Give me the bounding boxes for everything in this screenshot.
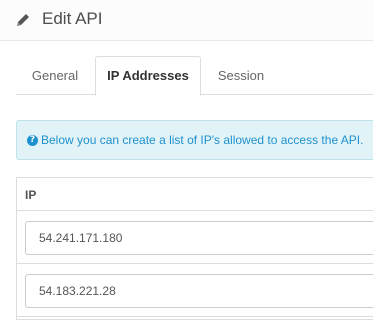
- question-circle-icon: ?: [27, 135, 38, 146]
- ip-input[interactable]: [25, 221, 373, 255]
- pencil-icon: [17, 14, 29, 26]
- ip-table: IP: [16, 177, 373, 320]
- table-row: [17, 265, 373, 317]
- table-row: [17, 212, 373, 264]
- page-title: Edit API: [42, 9, 103, 28]
- ip-input[interactable]: [25, 274, 373, 308]
- info-alert: ? Below you can create a list of IP's al…: [16, 120, 373, 160]
- column-header-ip: IP: [25, 188, 37, 202]
- info-text: Below you can create a list of IP's allo…: [41, 133, 364, 147]
- table-header: IP: [17, 178, 373, 211]
- tab-ip-addresses[interactable]: IP Addresses: [95, 56, 201, 96]
- tab-session[interactable]: Session: [202, 56, 280, 95]
- panel-heading: Edit API: [0, 0, 373, 41]
- tab-bar: General IP Addresses Session: [16, 56, 373, 96]
- tab-general[interactable]: General: [16, 56, 94, 95]
